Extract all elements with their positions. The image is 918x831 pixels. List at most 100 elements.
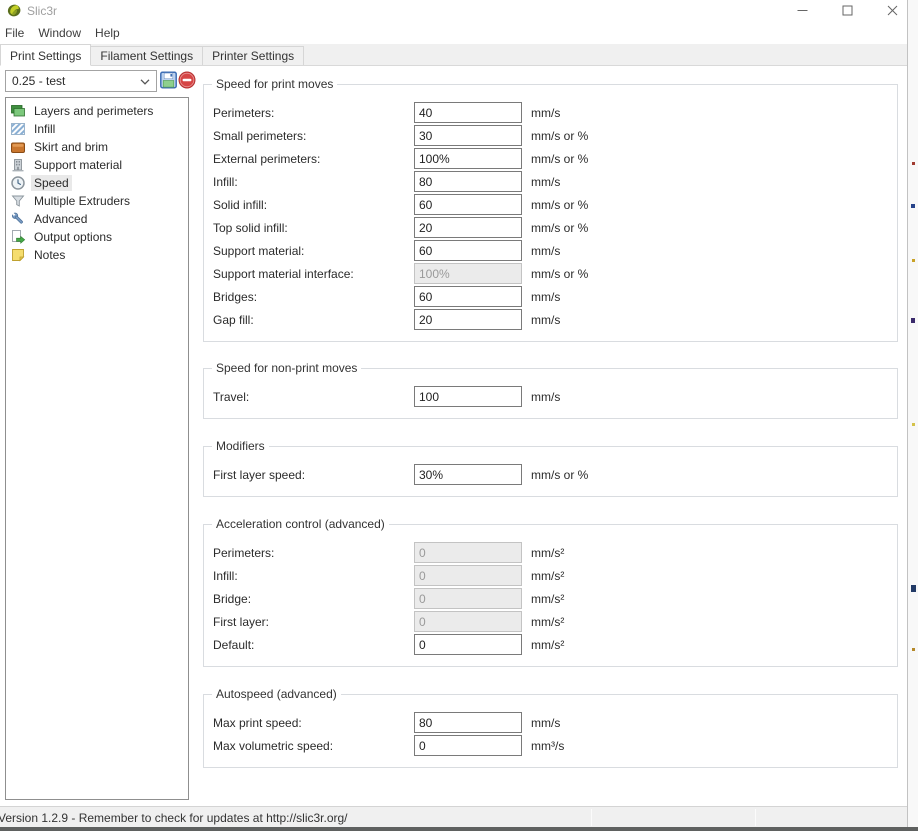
group-title: Speed for print moves	[212, 77, 337, 91]
settings-tabs: Print Settings Filament Settings Printer…	[0, 44, 907, 66]
setting-row: Travel: mm/s	[204, 385, 897, 408]
group-title: Autospeed (advanced)	[212, 687, 341, 701]
group-title: Modifiers	[212, 439, 269, 453]
menu-help[interactable]: Help	[88, 23, 127, 43]
close-icon	[887, 5, 898, 16]
group-speed-non-print-moves: Speed for non-print moves Travel: mm/s	[203, 368, 898, 419]
sidebar-item-infill[interactable]: Infill	[6, 120, 188, 138]
sidebar-item-skirt-and-brim[interactable]: Skirt and brim	[6, 138, 188, 156]
status-bar-divider	[591, 809, 592, 826]
infill-speed-input[interactable]	[414, 171, 522, 192]
setting-label: Bridge:	[213, 592, 414, 606]
menu-bar: File Window Help	[0, 22, 907, 44]
sidebar-item-speed[interactable]: Speed	[6, 174, 188, 192]
travel-speed-input[interactable]	[414, 386, 522, 407]
support-material-interface-input	[414, 263, 522, 284]
setting-row: Max volumetric speed: mm³/s	[204, 734, 897, 757]
unit-label: mm/s or %	[531, 129, 588, 143]
unit-label: mm/s or %	[531, 221, 588, 235]
preset-dropdown-value: 0.25 - test	[12, 74, 65, 88]
setting-row: Default: mm/s²	[204, 633, 897, 656]
wrench-icon	[10, 211, 26, 227]
setting-label: Gap fill:	[213, 313, 414, 327]
first-layer-speed-input[interactable]	[414, 464, 522, 485]
unit-label: mm/s²	[531, 615, 564, 629]
unit-label: mm/s or %	[531, 198, 588, 212]
accel-perimeters-input	[414, 542, 522, 563]
setting-label: First layer speed:	[213, 468, 414, 482]
tab-printer-settings[interactable]: Printer Settings	[202, 46, 304, 65]
small-perimeters-input[interactable]	[414, 125, 522, 146]
sidebar-item-output-options[interactable]: Output options	[6, 228, 188, 246]
solid-infill-input[interactable]	[414, 194, 522, 215]
minimize-button[interactable]	[786, 0, 818, 20]
desktop-speck	[912, 423, 915, 426]
group-modifiers: Modifiers First layer speed: mm/s or %	[203, 446, 898, 497]
unit-label: mm/s or %	[531, 468, 588, 482]
save-preset-button[interactable]	[159, 70, 178, 92]
tab-print-settings[interactable]: Print Settings	[0, 44, 91, 66]
setting-row: Gap fill: mm/s	[204, 308, 897, 331]
setting-row: First layer speed: mm/s or %	[204, 463, 897, 486]
unit-label: mm/s²	[531, 569, 564, 583]
max-print-speed-input[interactable]	[414, 712, 522, 733]
gap-fill-input[interactable]	[414, 309, 522, 330]
slic3r-logo-icon	[6, 2, 22, 18]
maximize-button[interactable]	[831, 0, 863, 20]
setting-label: First layer:	[213, 615, 414, 629]
perimeters-speed-input[interactable]	[414, 102, 522, 123]
sidebar-item-support-material[interactable]: Support material	[6, 156, 188, 174]
group-acceleration-control: Acceleration control (advanced) Perimete…	[203, 524, 898, 667]
support-icon	[10, 157, 26, 173]
unit-label: mm³/s	[531, 739, 564, 753]
menu-file[interactable]: File	[0, 23, 31, 43]
slic3r-window: Slic3r File Window Help Print Settings F…	[0, 0, 918, 831]
setting-label: Travel:	[213, 390, 414, 404]
title-bar: Slic3r	[0, 0, 907, 22]
sidebar-item-multiple-extruders[interactable]: Multiple Extruders	[6, 192, 188, 210]
unit-label: mm/s or %	[531, 267, 588, 281]
minimize-icon	[797, 5, 808, 16]
desktop-speck	[911, 204, 915, 208]
taskbar-edge	[0, 827, 918, 831]
desktop-speck	[912, 648, 915, 651]
tab-filament-settings[interactable]: Filament Settings	[90, 46, 203, 65]
unit-label: mm/s	[531, 390, 560, 404]
setting-row: Support material: mm/s	[204, 239, 897, 262]
top-solid-infill-input[interactable]	[414, 217, 522, 238]
status-bar: Version 1.2.9 - Remember to check for up…	[0, 806, 907, 827]
setting-label: Max volumetric speed:	[213, 739, 414, 753]
bridges-speed-input[interactable]	[414, 286, 522, 307]
chevron-down-icon	[140, 79, 150, 85]
output-icon	[10, 229, 26, 245]
status-bar-divider	[755, 809, 756, 826]
setting-label: Max print speed:	[213, 716, 414, 730]
skirt-icon	[10, 139, 26, 155]
group-title: Acceleration control (advanced)	[212, 517, 389, 531]
setting-label: Support material:	[213, 244, 414, 258]
sidebar-item-layers-and-perimeters[interactable]: Layers and perimeters	[6, 102, 188, 120]
accel-infill-input	[414, 565, 522, 586]
accel-default-input[interactable]	[414, 634, 522, 655]
setting-row: Infill: mm/s²	[204, 564, 897, 587]
sidebar-item-notes[interactable]: Notes	[6, 246, 188, 264]
external-perimeters-input[interactable]	[414, 148, 522, 169]
sidebar-item-advanced[interactable]: Advanced	[6, 210, 188, 228]
speed-icon	[10, 175, 26, 191]
delete-preset-button[interactable]	[177, 70, 196, 92]
accel-bridge-input	[414, 588, 522, 609]
unit-label: mm/s²	[531, 592, 564, 606]
setting-row: First layer: mm/s²	[204, 610, 897, 633]
preset-dropdown[interactable]: 0.25 - test	[5, 70, 157, 92]
setting-row: Support material interface: mm/s or %	[204, 262, 897, 285]
setting-label: Small perimeters:	[213, 129, 414, 143]
delete-minus-icon	[178, 71, 196, 89]
maximize-icon	[842, 5, 853, 16]
setting-label: Solid infill:	[213, 198, 414, 212]
close-button[interactable]	[876, 0, 908, 20]
version-status-text: Version 1.2.9 - Remember to check for up…	[0, 811, 348, 825]
menu-window[interactable]: Window	[31, 23, 88, 43]
support-material-speed-input[interactable]	[414, 240, 522, 261]
max-volumetric-speed-input[interactable]	[414, 735, 522, 756]
unit-label: mm/s or %	[531, 152, 588, 166]
